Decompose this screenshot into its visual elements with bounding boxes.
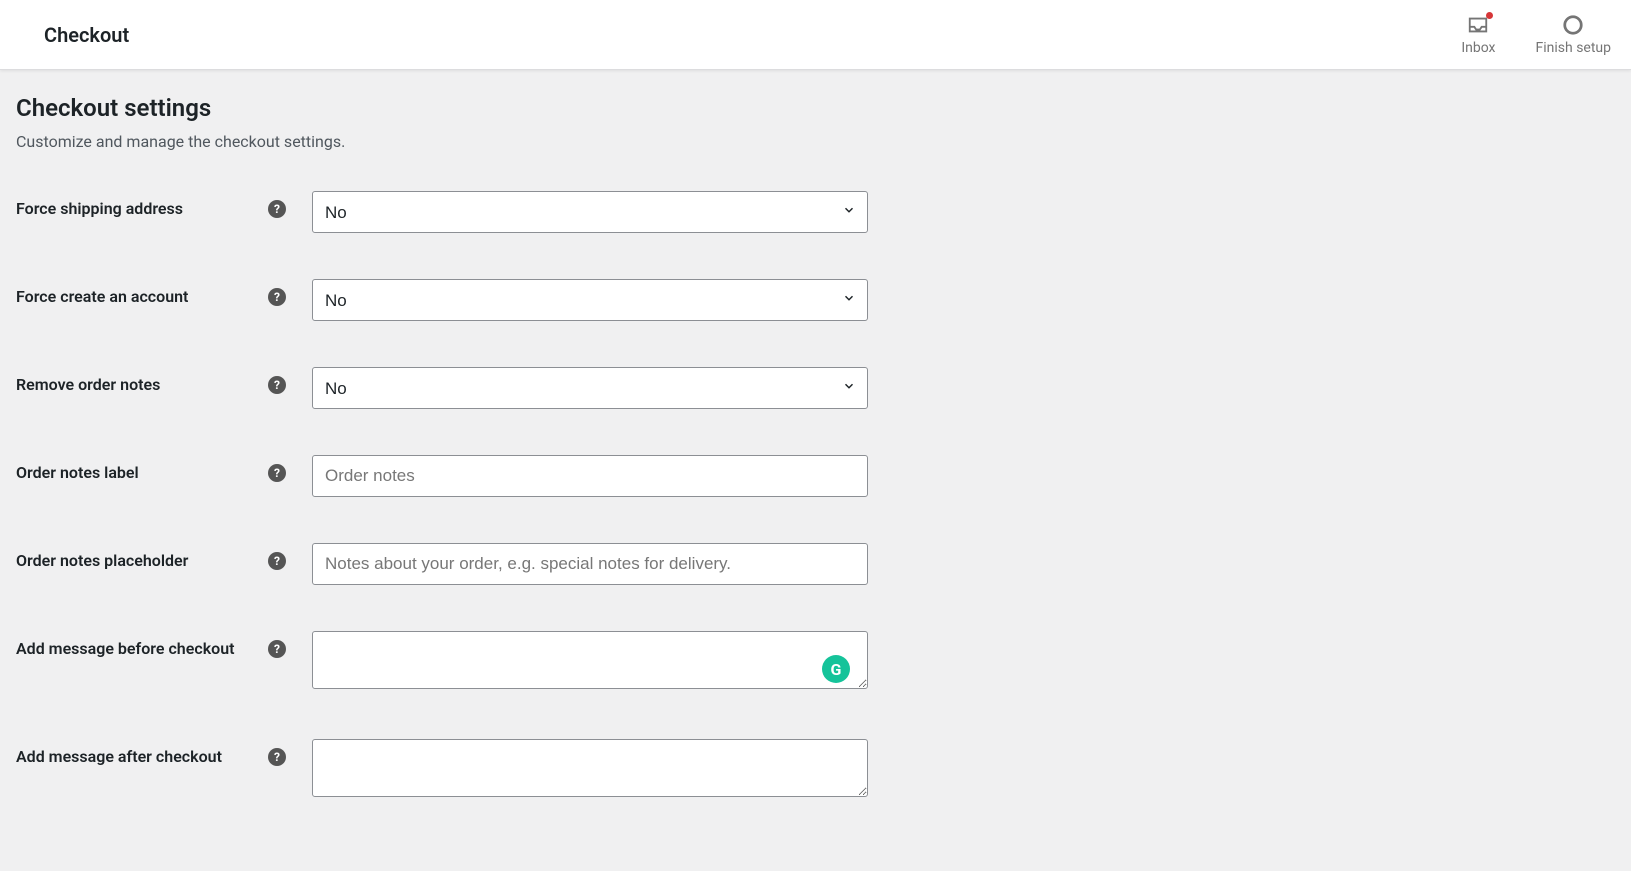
row-force-account: Force create an account ? No (16, 279, 1615, 321)
inbox-badge-icon (1486, 12, 1493, 19)
topbar-actions: Inbox Finish setup (1461, 14, 1611, 56)
row-remove-notes: Remove order notes ? No (16, 367, 1615, 409)
input-notes-label[interactable] (312, 455, 868, 497)
topbar: Checkout Inbox Finish setup (0, 0, 1631, 70)
row-msg-before: Add message before checkout ? G (16, 631, 1615, 693)
textarea-msg-after[interactable] (312, 739, 868, 797)
finish-setup-button[interactable]: Finish setup (1536, 14, 1612, 56)
select-remove-notes[interactable]: No (312, 367, 868, 409)
help-icon[interactable]: ? (268, 288, 286, 306)
row-force-shipping: Force shipping address ? No (16, 191, 1615, 233)
label-notes-placeholder: Order notes placeholder (16, 551, 188, 570)
row-notes-label: Order notes label ? (16, 455, 1615, 497)
help-icon[interactable]: ? (268, 376, 286, 394)
input-notes-placeholder[interactable] (312, 543, 868, 585)
help-icon[interactable]: ? (268, 640, 286, 658)
page-subheading: Customize and manage the checkout settin… (16, 132, 1615, 151)
row-notes-placeholder: Order notes placeholder ? (16, 543, 1615, 585)
label-remove-notes: Remove order notes (16, 375, 160, 394)
label-msg-before: Add message before checkout (16, 639, 235, 658)
label-force-shipping: Force shipping address (16, 199, 183, 218)
page-title: Checkout (44, 23, 129, 47)
help-icon[interactable]: ? (268, 552, 286, 570)
select-force-shipping[interactable]: No (312, 191, 868, 233)
textarea-msg-before[interactable] (312, 631, 868, 689)
label-force-account: Force create an account (16, 287, 188, 306)
select-force-account[interactable]: No (312, 279, 868, 321)
help-icon[interactable]: ? (268, 748, 286, 766)
inbox-button[interactable]: Inbox (1461, 14, 1495, 56)
finish-setup-label: Finish setup (1536, 40, 1612, 56)
row-msg-after: Add message after checkout ? (16, 739, 1615, 801)
inbox-icon (1467, 14, 1489, 36)
page-heading: Checkout settings (16, 94, 1615, 122)
inbox-label: Inbox (1461, 40, 1495, 56)
content: Checkout settings Customize and manage t… (0, 70, 1631, 871)
label-notes-label: Order notes label (16, 463, 139, 482)
settings-form: Force shipping address ? No Force create… (16, 191, 1615, 801)
circle-icon (1562, 14, 1584, 36)
label-msg-after: Add message after checkout (16, 747, 222, 766)
help-icon[interactable]: ? (268, 464, 286, 482)
help-icon[interactable]: ? (268, 200, 286, 218)
